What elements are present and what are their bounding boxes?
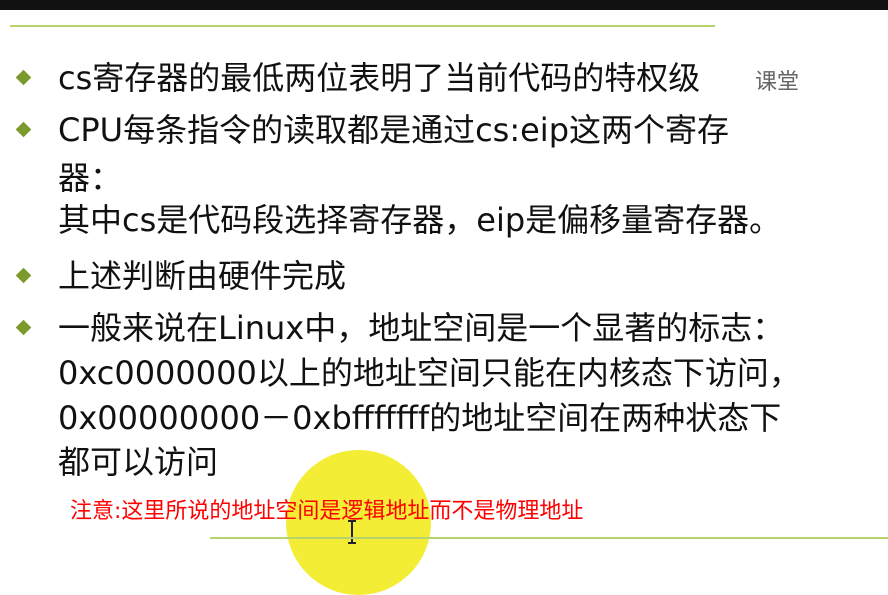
watermark-text: 课堂 bbox=[755, 70, 800, 95]
bullet-line: cs寄存器的最低两位表明了当前代码的特权级 bbox=[58, 59, 701, 97]
bullet-diamond-icon bbox=[15, 69, 32, 86]
bullet-line: 其中cs是代码段选择寄存器，eip是偏移量寄存器。 bbox=[58, 201, 782, 239]
bullet-line: 都可以访问 bbox=[58, 443, 219, 481]
bullet-diamond-icon bbox=[15, 121, 32, 138]
slide-top-rule bbox=[10, 25, 715, 27]
bullet-line: 0xc0000000以上的地址空间只能在内核态下访问， bbox=[58, 354, 801, 392]
note-text: 注意:这里所说的地址空间是逻辑地址而不是物理地址 bbox=[70, 499, 584, 524]
bullet-line: 0x00000000－0xbfffffff的地址空间在两种状态下 bbox=[58, 399, 782, 437]
bullet-line: 一般来说在Linux中，地址空间是一个显著的标志： bbox=[58, 309, 785, 347]
bullet-line: 器： bbox=[58, 159, 123, 197]
bullet-diamond-icon bbox=[15, 267, 32, 284]
bullet-line: 上述判断由硬件完成 bbox=[58, 257, 347, 295]
bullet-line: CPU每条指令的读取都是通过cs:eip这两个寄存 bbox=[58, 111, 730, 149]
text-cursor-icon bbox=[348, 520, 356, 544]
bullet-diamond-icon bbox=[15, 319, 32, 336]
slide-bottom-rule bbox=[210, 537, 888, 539]
window-top-bar bbox=[0, 0, 888, 10]
